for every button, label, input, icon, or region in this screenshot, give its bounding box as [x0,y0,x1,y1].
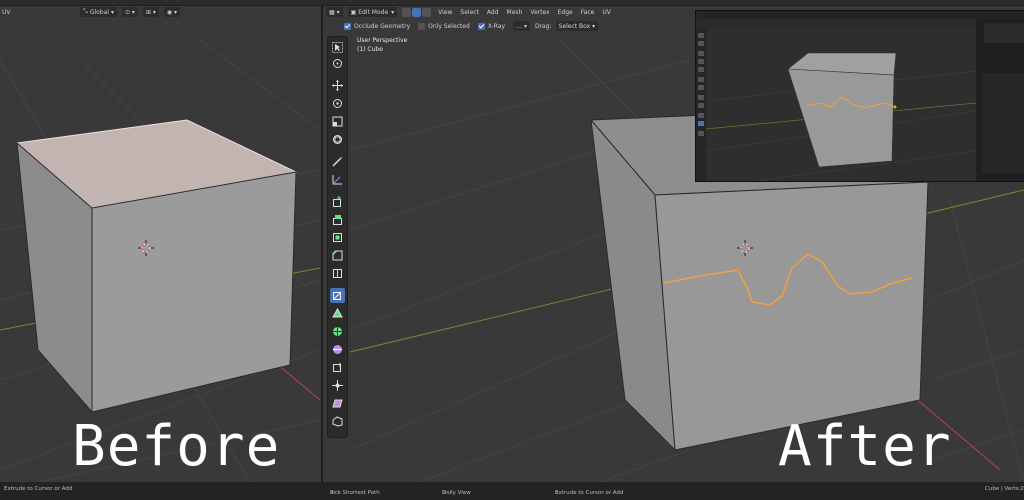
menu-mesh[interactable]: Mesh [507,9,523,16]
shrink-fatten-icon [332,380,343,391]
tool-extrude[interactable] [330,212,345,227]
status-scene-stats: Cube | Verts:2 [985,486,1024,492]
before-cube[interactable] [15,119,298,414]
drag-label: Drag: [534,22,552,30]
snap-icon: ⊞ ▾ [145,8,156,16]
tool-settings-header: Occlude Geometry Only Selected X-Ray … ▾… [344,19,694,33]
move-icon [332,80,343,91]
edge-select-button[interactable] [412,7,422,17]
vertex-select-button[interactable] [402,7,412,17]
checkbox-icon [344,22,351,30]
pivot-dropdown[interactable]: ⊙ ▾ [121,7,138,17]
viewport-info: User Perspective (1) Cube [357,36,407,54]
tool-knife[interactable] [330,288,345,303]
edit-mode-icon: ▣ [350,8,357,16]
occlude-geometry-toggle[interactable]: Occlude Geometry [344,22,410,30]
object-label: (1) Cube [357,46,383,53]
status-bar: Extrude to Cursor or Add ⌂ Pick Shortest… [0,482,1024,500]
tool-shelf [327,36,348,438]
chevron-down-icon: ▾ [110,8,114,16]
poly-build-icon [332,308,343,318]
inset-screenshot-canvas [696,11,1024,181]
only-selected-toggle[interactable]: Only Selected [418,22,470,30]
menu-view[interactable]: View [438,9,452,16]
tool-spin[interactable] [330,324,345,339]
center-viewport-header: ▦ ▾ ▣ Edit Mode ▾ View Select Add Mesh V… [326,5,696,19]
tool-select-box[interactable] [330,40,345,55]
spin-icon [333,327,342,336]
tool-annotate[interactable] [330,154,345,169]
menu-vertex[interactable]: Vertex [530,9,549,16]
knife-icon [333,291,342,300]
tool-cursor[interactable] [330,56,345,71]
bevel-icon [332,250,343,261]
pivot-icon: ⊙ ▾ [124,8,135,16]
tool-poly-build[interactable] [330,306,345,321]
tool-measure[interactable] [330,172,345,187]
editor-type-icon: ▦ ▾ [329,8,340,16]
tool-scale[interactable] [330,114,345,129]
mode-dropdown[interactable]: ▣ Edit Mode ▾ [347,7,398,17]
checkbox-icon [418,22,426,30]
menu-face[interactable]: Face [581,9,595,16]
tool-shrink-fatten[interactable] [330,378,345,393]
add-cube-icon [333,196,341,207]
editor-type-dropdown[interactable]: ▦ ▾ [326,7,343,17]
xray-toggle[interactable]: X-Ray [477,22,505,30]
xray-options-dropdown[interactable]: … ▾ [513,21,530,31]
left-viewport-header: UV ⤡ Global ▾ ⊙ ▾ ⊞ ▾ ◉ ▾ [0,5,320,19]
rotate-icon [333,99,342,108]
tool-loop-cut[interactable] [330,266,345,281]
tool-rip-region[interactable] [330,414,345,429]
tool-move[interactable] [330,78,345,93]
tool-smooth[interactable] [330,342,345,357]
uv-menu[interactable]: UV [2,9,11,16]
face-select-button[interactable] [422,7,432,17]
tool-bevel[interactable] [330,248,345,263]
tool-edge-slide[interactable] [330,360,345,375]
snap-dropdown[interactable]: ⊞ ▾ [142,7,159,17]
scale-icon [332,116,343,127]
proportional-edit-button[interactable]: ◉ ▾ [163,7,181,17]
tool-shear[interactable] [330,396,345,411]
menu-add[interactable]: Add [487,9,499,16]
tool-rotate[interactable] [330,96,345,111]
cursor-arrow-icon [332,42,343,53]
orientation-icon: ⤡ [83,8,88,15]
chevron-down-icon: ▾ [391,8,395,16]
annotate-pen-icon [332,157,342,167]
edge-slide-icon [333,363,341,372]
menu-select[interactable]: Select [460,9,479,16]
inset-icon [333,233,342,242]
mode-label: Edit Mode [358,8,389,16]
loop-cut-icon [333,269,342,278]
rip-region-icon [332,416,343,427]
after-label: After [778,414,952,479]
proportional-edit-icon: ◉ ▾ [166,8,178,16]
tool-transform[interactable] [330,132,345,147]
before-label: Before [72,414,281,479]
orientation-label: Global [89,8,109,16]
checkbox-icon [477,22,485,30]
status-left-hint: Extrude to Cursor or Add [4,486,73,492]
tool-inset[interactable] [330,230,345,245]
tool-add-cube[interactable] [330,194,345,209]
shear-icon [332,399,343,408]
inset-screenshot [695,10,1024,182]
drag-select-dropdown[interactable]: Select Box ▾ [555,21,599,31]
3d-cursor-tool-icon [333,59,342,68]
transform-orientation-dropdown[interactable]: ⤡ Global ▾ [80,7,117,17]
smooth-sphere-icon [333,345,342,354]
measure-icon [332,175,342,185]
extrude-icon [333,215,342,225]
transform-icon [333,135,342,144]
chevron-down-icon: ▾ [592,22,596,30]
menu-uv[interactable]: UV [602,9,611,16]
ellipsis-icon: … ▾ [516,22,527,30]
menu-edge[interactable]: Edge [558,9,573,16]
perspective-label: User Perspective [357,37,408,44]
